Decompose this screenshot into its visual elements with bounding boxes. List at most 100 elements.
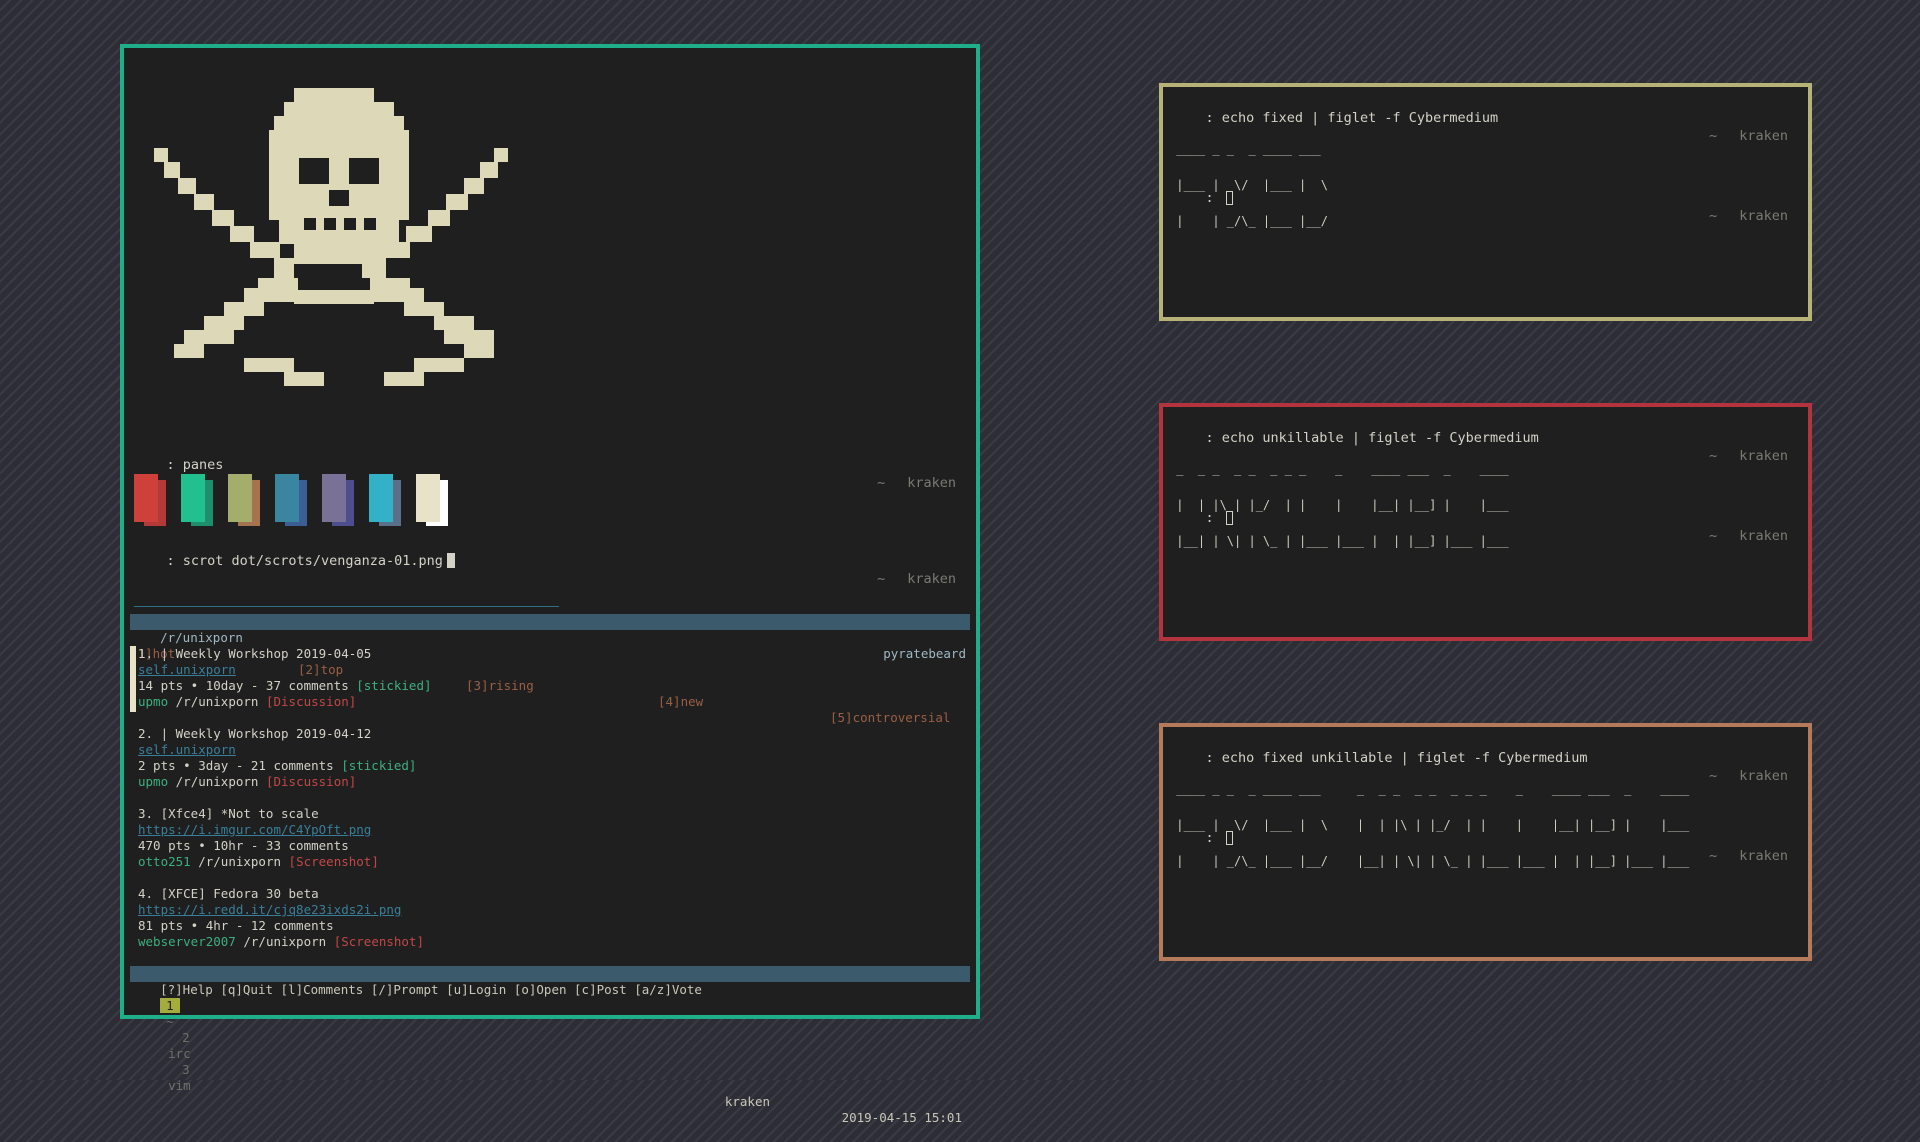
reddit-header-bar: /r/unixporn pyratebeard: [130, 614, 970, 661]
post-author[interactable]: upmo: [138, 694, 168, 709]
selection-marker: [130, 646, 136, 712]
color-swatch: [181, 474, 213, 526]
terminal-fixed[interactable]: : echo fixed | figlet -f Cybermedium ~ kr…: [1159, 83, 1812, 321]
figlet-row: ____ _ _ _ ____ ___ _ _ _ _ _ _ _ _ _ __…: [1169, 782, 1690, 796]
post-title-text: 1. | Weekly Workshop 2019-04-05: [138, 646, 372, 661]
post-title[interactable]: 1. | Weekly Workshop 2019-04-05: [138, 646, 371, 662]
text-cursor: [1225, 831, 1233, 845]
post-author-line: upmo /r/unixporn [Discussion]: [138, 694, 356, 710]
post-link-text[interactable]: self.unixporn: [138, 742, 236, 757]
post-subreddit: /r/unixporn: [175, 694, 259, 709]
color-swatch: [416, 474, 448, 526]
post-author[interactable]: webserver2007: [138, 934, 236, 949]
prompt-host: kraken: [1739, 128, 1788, 144]
prompt-line[interactable]: : ~ kraken: [1173, 491, 1798, 544]
post-link[interactable]: https://i.redd.it/cjq8e23ixds2i.png: [138, 902, 401, 918]
post-author[interactable]: otto251: [138, 854, 191, 869]
color-swatch: [369, 474, 401, 526]
post-flair: [Discussion]: [265, 694, 357, 709]
tab-new[interactable]: [4]new: [658, 694, 703, 710]
color-swatch: [322, 474, 354, 526]
tmux-datetime: 2019-04-15 15:01: [841, 1110, 962, 1125]
post-meta: 81 pts • 4hr - 12 comments: [138, 918, 341, 934]
post-meta: 14 pts • 10day - 37 comments [stickied]: [138, 678, 432, 694]
tilde-indicator: ~: [1709, 128, 1718, 144]
post-title-text: 3. [Xfce4] *Not to scale: [138, 806, 319, 821]
tilde-indicator: ~: [877, 475, 886, 491]
post-meta-text: 2 pts • 3day - 21 comments: [138, 758, 334, 773]
pane-divider: [134, 606, 559, 607]
tmux-host: kraken: [724, 1094, 770, 1109]
post-author-line: upmo /r/unixporn [Discussion]: [138, 774, 356, 790]
prompt-host: kraken: [1739, 528, 1788, 544]
command-line: : echo unkillable | figlet -f Cybermediu…: [1173, 411, 1798, 464]
post-meta-text: 470 pts • 10hr - 33 comments: [138, 838, 349, 853]
command-line: : echo fixed unkillable | figlet -f Cybe…: [1173, 731, 1798, 784]
post-tag: [stickied]: [341, 758, 417, 773]
terminal-fixed-unkillable[interactable]: : echo fixed unkillable | figlet -f Cybe…: [1159, 723, 1812, 961]
post-subreddit: /r/unixporn: [198, 854, 282, 869]
tilde-indicator: ~: [1709, 208, 1718, 224]
tmux-window-1-name: ~: [166, 1014, 174, 1029]
post-title[interactable]: 3. [Xfce4] *Not to scale: [138, 806, 319, 822]
tab-rising[interactable]: [3]rising: [466, 678, 534, 694]
figlet-row: |__| | \| | \_ | |___ |___ | | |__] |___…: [1169, 534, 1509, 548]
scrot-command: : scrot dot/scrots/venganza-01.png: [166, 553, 443, 569]
text-cursor: [1225, 511, 1233, 525]
figlet-row: _ _ _ _ _ _ _ _ _ ____ ___ _ ____: [1169, 462, 1509, 476]
tilde-indicator: ~: [1709, 768, 1718, 784]
terminal-unkillable[interactable]: : echo unkillable | figlet -f Cybermediu…: [1159, 403, 1812, 641]
post-author-line: otto251 /r/unixporn [Screenshot]: [138, 854, 379, 870]
prompt-host: kraken: [1739, 848, 1788, 864]
command-line: : echo fixed | figlet -f Cybermedium ~ kr…: [1173, 91, 1798, 144]
post-flair: [Screenshot]: [288, 854, 379, 869]
post-link-text[interactable]: https://i.imgur.com/C4YpOft.png: [138, 822, 371, 837]
figlet-row: ____ _ _ _ ____ ___: [1169, 142, 1328, 156]
prompt: :: [1205, 510, 1222, 526]
panes-command-line: : panes ~ kraken: [134, 438, 966, 491]
post-link-text[interactable]: self.unixporn: [138, 662, 236, 677]
post-link[interactable]: https://i.imgur.com/C4YpOft.png: [138, 822, 371, 838]
post-link[interactable]: self.unixporn: [138, 662, 236, 678]
scrot-command-line[interactable]: : scrot dot/scrots/venganza-01.png ~ krak…: [134, 534, 966, 587]
tmux-window-2-name: irc: [168, 1046, 191, 1061]
color-swatch: [134, 474, 166, 526]
tilde-indicator: ~: [877, 571, 886, 587]
prompt-line[interactable]: : ~ kraken: [1173, 171, 1798, 224]
help-bar: [?]Help [q]Quit [l]Comments [/]Prompt [u…: [130, 966, 970, 997]
prompt-line[interactable]: : ~ kraken: [1173, 811, 1798, 864]
tab-top[interactable]: [2]top: [298, 662, 343, 678]
post-flair: [Discussion]: [265, 774, 357, 789]
post-meta-text: 81 pts • 4hr - 12 comments: [138, 918, 334, 933]
post-meta-text: 14 pts • 10day - 37 comments: [138, 678, 349, 693]
tilde-indicator: ~: [1709, 528, 1718, 544]
prompt-host: kraken: [907, 475, 956, 491]
skull-crossbones-ascii-art: [154, 88, 508, 386]
post-title[interactable]: 2. | Weekly Workshop 2019-04-12: [138, 726, 371, 742]
post-tag: [stickied]: [356, 678, 432, 693]
color-swatch: [275, 474, 307, 526]
figlet-row: | | _/\_ |___ |__/ |__| | \| | \_ | |___…: [1169, 854, 1690, 868]
tilde-indicator: ~: [1709, 848, 1718, 864]
prompt: :: [1205, 190, 1222, 206]
prompt: :: [1205, 830, 1222, 846]
tilde-indicator: ~: [1709, 448, 1718, 464]
prompt-host: kraken: [1739, 208, 1788, 224]
post-title-text: 2. | Weekly Workshop 2019-04-12: [138, 726, 372, 741]
prompt-host: kraken: [907, 571, 956, 587]
tab-controversial[interactable]: [5]controversial: [830, 710, 950, 726]
post-link-text[interactable]: https://i.redd.it/cjq8e23ixds2i.png: [138, 902, 401, 917]
post-author[interactable]: upmo: [138, 774, 168, 789]
post-meta: 2 pts • 3day - 21 comments [stickied]: [138, 758, 416, 774]
panes-command: : panes: [166, 457, 224, 473]
post-title[interactable]: 4. [XFCE] Fedora 30 beta: [138, 886, 319, 902]
tmux-window-3[interactable]: 3: [182, 1062, 190, 1077]
tmux-window-2[interactable]: 2: [182, 1030, 190, 1045]
sort-tabs: [1]hot [2]top [3]rising [4]new [5]contro…: [130, 630, 970, 725]
post-link[interactable]: self.unixporn: [138, 742, 236, 758]
main-terminal-window[interactable]: : panes ~ kraken : scrot dot/scrots/venga…: [120, 44, 980, 1125]
color-swatch: [228, 474, 260, 526]
post-subreddit: /r/unixporn: [175, 774, 259, 789]
prompt-host: kraken: [1739, 768, 1788, 784]
tmux-window-1[interactable]: 1: [160, 998, 180, 1013]
